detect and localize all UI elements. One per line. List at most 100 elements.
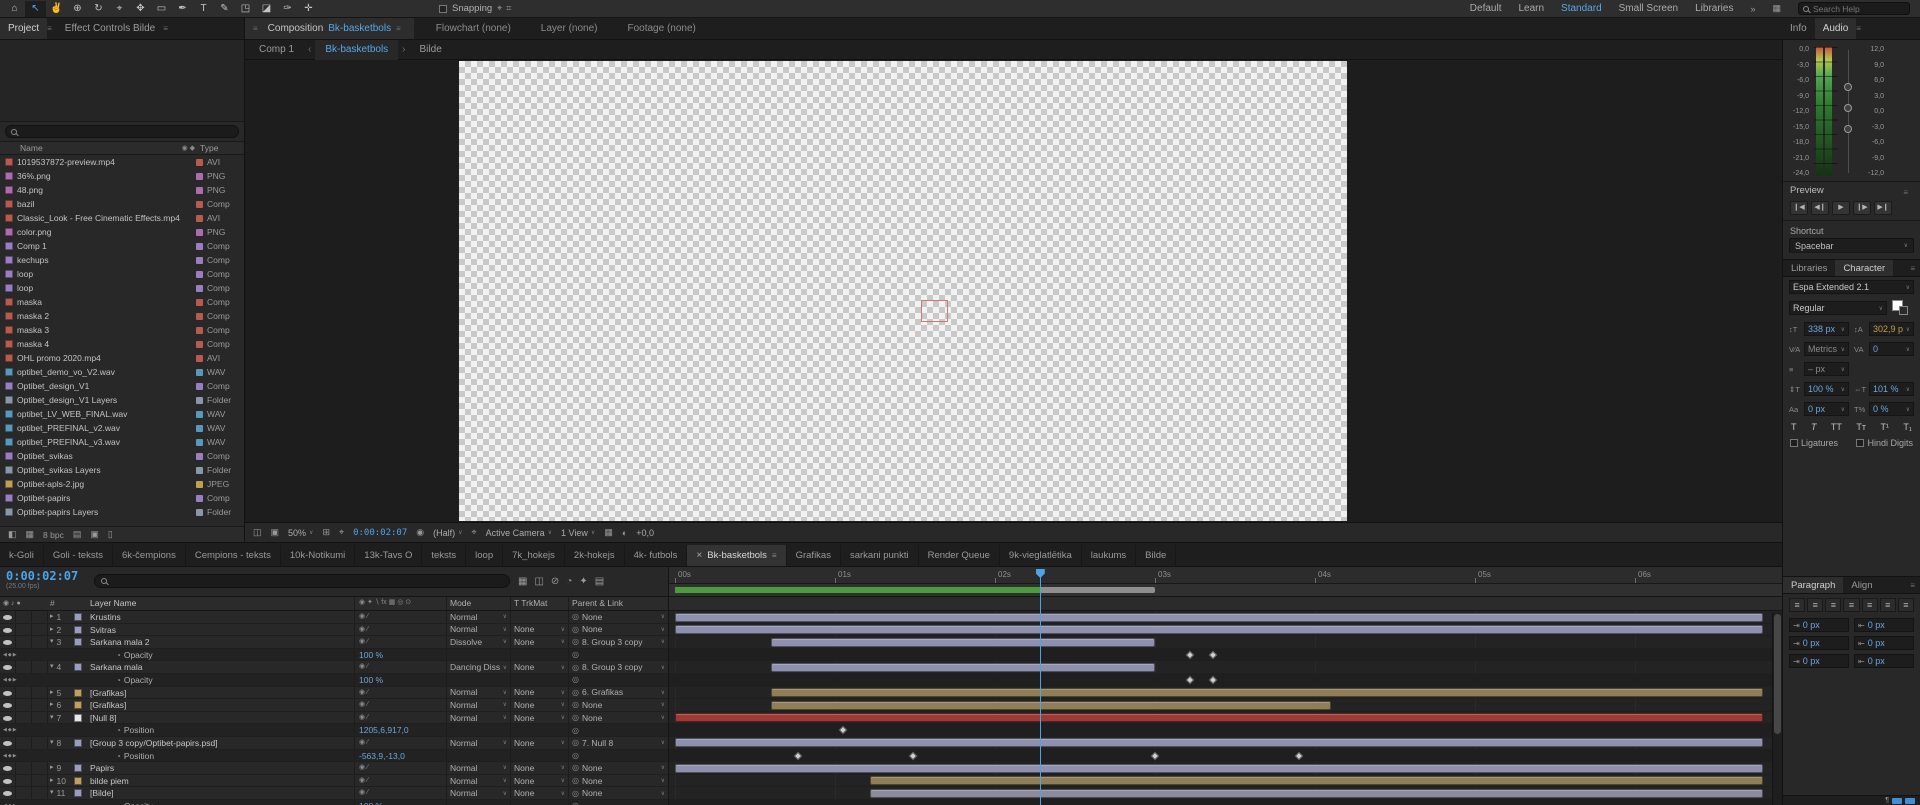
property-value[interactable]: 100 % (359, 801, 383, 805)
item-label-chip[interactable] (196, 480, 203, 488)
viewer-tab-bk-basketbols[interactable]: Bk-basketbols (315, 39, 399, 60)
layer-label-chip[interactable] (74, 776, 82, 785)
property-row[interactable]: ◀◆▶ ◔ Position -563,9,-13,0 ◎ (0, 749, 668, 763)
timeline-tab-goli-teksts[interactable]: Goli - teksts (44, 545, 113, 566)
new-composition-icon[interactable]: ▣ (90, 529, 99, 540)
align-button-2[interactable]: ≡ (1807, 598, 1824, 612)
pickwhip-icon[interactable]: ◎ (572, 637, 579, 646)
tab-layer-none[interactable]: Layer (none) (533, 18, 606, 39)
faux-italic-button[interactable]: T (1811, 422, 1817, 432)
project-item[interactable]: Optibet-papirs Layers Folder (0, 505, 244, 519)
zoom-tool[interactable]: ⊕ (67, 1, 88, 17)
video-toggle[interactable] (0, 762, 16, 774)
visibility-eye-icon[interactable] (3, 778, 12, 784)
item-label-chip[interactable] (196, 424, 203, 432)
pickwhip-icon[interactable]: ◎ (572, 675, 579, 684)
keyframe-icon[interactable] (1185, 675, 1195, 685)
trkmat-select[interactable]: None ∨ (510, 762, 568, 774)
pickwhip-icon[interactable]: ◎ (572, 625, 579, 634)
parent-select[interactable]: None ∨ (582, 763, 665, 773)
mode-select[interactable]: Dancing Dissolve∨ (446, 661, 510, 673)
project-item[interactable]: kechups Comp (0, 253, 244, 267)
visibility-eye-icon[interactable] (3, 640, 12, 646)
twirl-icon[interactable]: ▾ (50, 661, 54, 673)
layer-name[interactable]: [Bilde] (88, 787, 354, 799)
faux-bold-button[interactable]: T (1791, 422, 1797, 432)
keyframe-nav-icons[interactable]: ◀◆▶ (0, 724, 18, 736)
parent-select[interactable]: 6. Grafikas ∨ (582, 687, 665, 697)
twirl-icon[interactable]: ▾ (50, 787, 54, 799)
pickwhip-icon[interactable]: ◎ (572, 789, 579, 798)
font-style-select[interactable]: Regular ∨ (1789, 301, 1887, 315)
panel-menu-icon[interactable]: ≡ (1910, 577, 1920, 593)
indent-field[interactable]: ⇤ 0 px (1854, 618, 1914, 632)
align-button-5[interactable]: ≡ (1861, 598, 1878, 612)
parent-select[interactable]: None ∨ (582, 624, 665, 634)
audio-slider-knob[interactable] (1844, 82, 1852, 91)
shape-tool[interactable]: ▭ (151, 1, 172, 17)
item-label-chip[interactable] (196, 298, 203, 306)
project-item[interactable]: Optibet-apls-2.jpg JPEG (0, 477, 244, 491)
property-row[interactable]: ◀◆▶ ◔Opacity 100 % ◎ (0, 673, 668, 687)
keyframe-icon[interactable] (1208, 675, 1217, 685)
align-button-6[interactable]: ≡ (1879, 598, 1896, 612)
horizontal-scale-select[interactable]: 101 % ∨ (1869, 382, 1914, 396)
mode-select[interactable]: Normal ∨ (446, 699, 510, 711)
trkmat-select[interactable]: None ∨ (510, 774, 568, 787)
new-folder-icon[interactable]: ▤ (73, 529, 82, 540)
first-frame-button[interactable]: ❙◀ (1790, 201, 1808, 215)
view-layout-select[interactable]: 1 View ∨ (561, 528, 595, 538)
next-frame-button[interactable]: ❙▶ (1853, 201, 1871, 215)
layer-duration-bar[interactable] (771, 662, 1155, 672)
item-label-chip[interactable] (196, 242, 203, 250)
stopwatch-icon[interactable]: ◔ (116, 752, 121, 761)
project-item[interactable]: OHL promo 2020.mp4 AVI (0, 351, 244, 365)
tab-audio[interactable]: Audio (1814, 18, 1857, 39)
layer-label-chip[interactable] (74, 688, 82, 697)
hide-shy-icon[interactable]: ⊘ (551, 576, 559, 594)
workspace-libraries[interactable]: Libraries (1695, 3, 1733, 14)
stopwatch-icon[interactable]: ◔ (116, 651, 121, 660)
workspace-small-screen[interactable]: Small Screen (1619, 3, 1678, 14)
timeline-tab-9k-vieglatl-tika[interactable]: 9k-vieglatlētika (1000, 545, 1082, 566)
layer-switches[interactable]: ◉ ∕ (354, 711, 446, 724)
show-channels-icon[interactable]: ▣ (271, 527, 280, 538)
timeline-tab-teksts[interactable]: teksts (422, 545, 467, 566)
scrollbar-thumb[interactable] (1774, 614, 1781, 734)
visibility-eye-icon[interactable] (3, 627, 12, 633)
keyframe-icon[interactable] (793, 751, 803, 760)
visibility-eye-icon[interactable] (3, 615, 12, 620)
project-flowchart-icon[interactable]: ▦ (26, 529, 35, 540)
layer-switches[interactable]: ◉ ∕ (354, 787, 446, 799)
help-search-input[interactable] (1813, 3, 1905, 14)
layer-name[interactable]: Svitras (88, 624, 354, 636)
grid-guides-icon[interactable]: ⊞ (322, 527, 330, 538)
layer-duration-bar[interactable] (675, 763, 1763, 773)
layer-row[interactable]: ▾ 3 Sarkana mala 2 ◉ ∕ Dissolve ∨ None ∨ ◎ 8. Gro… (0, 636, 668, 649)
project-item[interactable]: loop Comp (0, 267, 244, 281)
video-toggle[interactable] (0, 736, 16, 749)
indent-field[interactable]: ⇤ 0 px (1854, 636, 1914, 650)
property-row[interactable]: ◀◆▶ ◔Opacity 100 % ◎ (0, 799, 668, 805)
resolution-select[interactable]: (Half) ∨ (433, 528, 462, 538)
snapping-icon-2[interactable]: ⌗ (506, 3, 511, 14)
pickwhip-icon[interactable]: ◎ (572, 751, 579, 760)
lock-toggle[interactable] (32, 711, 48, 724)
indent-field[interactable]: ⇤ 0 px (1854, 654, 1914, 668)
project-item[interactable]: loop Comp (0, 281, 244, 295)
layer-label-chip[interactable] (74, 638, 82, 647)
checkbox-box[interactable] (1856, 439, 1865, 447)
project-item[interactable]: 48.png PNG (0, 183, 244, 197)
property-name[interactable]: ◔Opacity (88, 674, 354, 686)
pickwhip-icon[interactable]: ◎ (572, 700, 579, 709)
viewer-tab-bilde[interactable]: Bilde (410, 40, 452, 60)
layer-duration-bar[interactable] (675, 625, 1763, 635)
keyframe-icon[interactable] (1150, 751, 1160, 760)
trkmat-select[interactable]: None ∨ (510, 699, 568, 711)
project-item[interactable]: Optibet-papirs Comp (0, 491, 244, 505)
layer-name[interactable]: [Null 8] (88, 712, 354, 724)
visibility-eye-icon[interactable] (3, 791, 12, 797)
timeline-tab-laukums[interactable]: laukums (1082, 545, 1137, 566)
property-value[interactable]: 100 % (359, 675, 383, 685)
checkbox-box[interactable] (1790, 439, 1798, 447)
